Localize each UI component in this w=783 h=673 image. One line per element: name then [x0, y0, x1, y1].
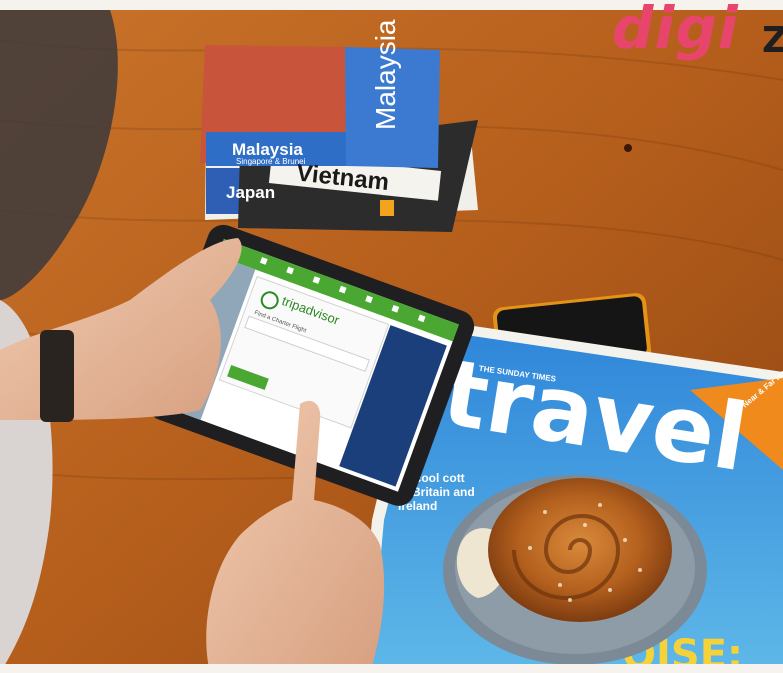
plate-with-pastry [443, 475, 707, 665]
book-vietnam-logo [380, 200, 394, 216]
book-stack [200, 45, 478, 232]
book-malaysia-subtitle: Singapore & Brunei [236, 157, 306, 166]
table-knot [624, 144, 632, 152]
digi-watermark-logo: digi [612, 0, 739, 62]
bottom-border [0, 664, 783, 673]
photo-scene: Malaysia Singapore & Brunei Malaysia Vie… [0, 0, 783, 673]
book-japan-title: Japan [226, 183, 275, 202]
photo-illustration: Malaysia Singapore & Brunei Malaysia Vie… [0, 0, 783, 673]
book-malaysia-spine-title: Malaysia [370, 19, 401, 130]
digi-watermark-tail: Z [762, 20, 783, 61]
wristwatch [40, 330, 74, 422]
